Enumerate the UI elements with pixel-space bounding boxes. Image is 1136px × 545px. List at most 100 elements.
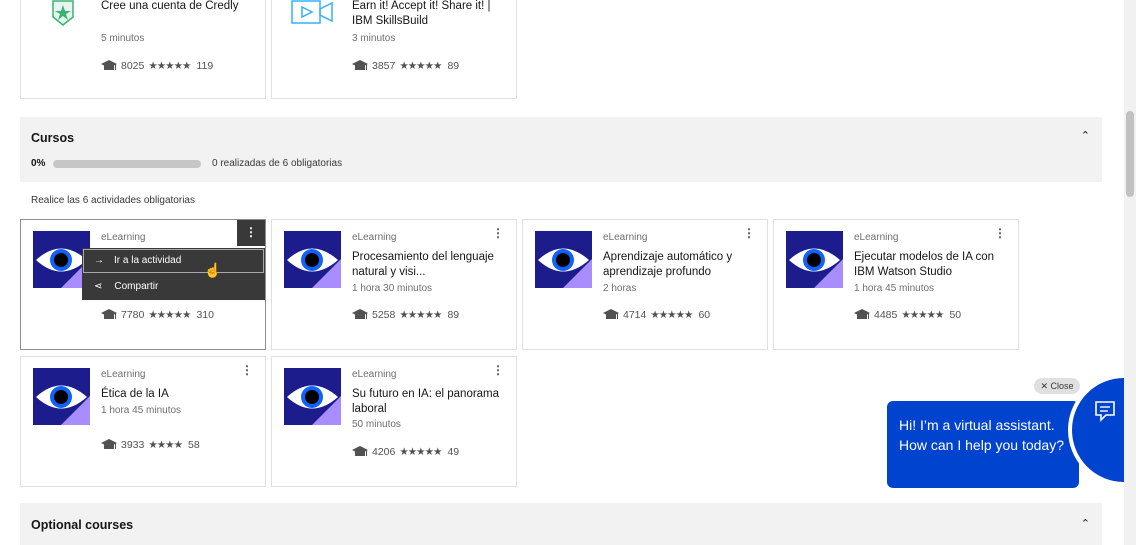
graduation-cap-icon (101, 439, 117, 449)
reviews-count: 49 (447, 446, 460, 458)
course-card-4[interactable]: eLearning Ejecutar modelos de IA con IBM… (773, 219, 1019, 350)
card-duration: 1 hora 30 minutos (352, 283, 433, 294)
reviews-count: 89 (447, 60, 460, 72)
card-type: eLearning (101, 369, 146, 380)
card-stats: 3857 ★★★★★ 89 (352, 60, 459, 72)
reviews-count: 58 (188, 439, 200, 451)
overflow-menu-icon[interactable]: ⋮ (241, 364, 253, 376)
learners-count: 7780 (121, 309, 145, 321)
overflow-menu-icon[interactable]: ⋮ (994, 227, 1006, 239)
optional-section-header[interactable]: Optional courses ⌃ (20, 503, 1102, 545)
learners-count: 3857 (372, 60, 396, 72)
rating-stars-icon: ★★★★★ (148, 309, 191, 321)
course-card-5[interactable]: eLearning Ética de la IA 1 hora 45 minut… (20, 356, 266, 487)
graduation-cap-icon (352, 60, 368, 70)
progress-bar (53, 160, 201, 168)
graduation-cap-icon (101, 309, 117, 319)
progress-percent: 0% (31, 158, 46, 169)
close-icon: ✕ (1040, 381, 1048, 391)
menu-item-go-to-activity[interactable]: → Ir a la actividad (83, 249, 264, 273)
section-title: Optional courses (31, 518, 134, 532)
overflow-menu: → Ir a la actividad ⋖ Compartir ☝ (82, 248, 265, 300)
vertical-scrollbar[interactable] (1124, 0, 1136, 545)
page: Cree una cuenta de Credly 5 minutos 8025… (0, 0, 1136, 545)
section-title: Cursos (31, 131, 75, 145)
card-title: Earn it! Accept it! Share it! | IBM Skil… (352, 0, 491, 27)
learners-count: 4714 (623, 309, 647, 321)
overflow-menu-icon[interactable]: ⋮ (492, 364, 504, 376)
menu-item-share[interactable]: ⋖ Compartir (83, 275, 264, 299)
card-stats: 7780 ★★★★★ 310 (101, 309, 214, 321)
reviews-count: 89 (447, 309, 460, 321)
progress-text: 0 realizadas de 6 obligatorias (212, 158, 343, 169)
menu-item-label: Ir a la actividad (114, 255, 182, 266)
card-duration: 50 minutos (352, 419, 401, 430)
rating-stars-icon: ★★★★★ (148, 60, 191, 72)
card-duration: 5 minutos (101, 33, 145, 44)
graduation-cap-icon (101, 60, 117, 70)
assistant-close-button[interactable]: ✕ Close (1034, 378, 1080, 394)
assistant-bubble[interactable]: Hi! I’m a virtual assistant. How can I h… (887, 401, 1079, 488)
reviews-count: 50 (949, 309, 962, 321)
card-stats: 4206 ★★★★★ 49 (352, 446, 459, 458)
arrow-right-icon: → (94, 255, 104, 266)
rating-stars-icon: ★★★★★ (901, 309, 944, 321)
card-type: eLearning (603, 232, 648, 243)
card-title: Ética de la IA (101, 388, 169, 400)
card-type: eLearning (352, 232, 397, 243)
card-title: Cree una cuenta de Credly (101, 0, 239, 12)
card-stats: 4485 ★★★★★ 50 (854, 309, 961, 321)
ai-eye-icon (284, 368, 341, 425)
learners-count: 4206 (372, 446, 396, 458)
card-title: Procesamiento del lenguaje natural y vis… (352, 251, 494, 278)
rating-stars-icon: ★★★★★ (399, 60, 442, 72)
learners-count: 3933 (121, 439, 145, 451)
course-card-6[interactable]: eLearning Su futuro en IA: el panorama l… (271, 356, 517, 487)
course-card-3[interactable]: eLearning Aprendizaje automático y apren… (522, 219, 768, 350)
overflow-menu-icon[interactable]: ⋮ (492, 227, 504, 239)
graduation-cap-icon (603, 309, 619, 319)
card-stats: 5258 ★★★★★ 89 (352, 309, 459, 321)
reviews-count: 60 (698, 309, 711, 321)
card-duration: 1 hora 45 minutos (854, 283, 935, 294)
card-stats: 4714 ★★★★★ 60 (603, 309, 710, 321)
overflow-menu-button-active[interactable]: ⋮ (237, 220, 265, 246)
card-duration: 3 minutos (352, 33, 396, 44)
activity-card-earn-it[interactable]: Earn it! Accept it! Share it! | IBM Skil… (271, 0, 517, 99)
card-duration: 1 hora 45 minutos (101, 405, 182, 416)
chevron-up-icon[interactable]: ⌃ (1081, 129, 1090, 142)
menu-item-label: Compartir (114, 281, 159, 292)
ai-eye-icon (33, 368, 90, 425)
cursos-section-header[interactable]: Cursos ⌃ 0% 0 realizadas de 6 obligatori… (20, 117, 1102, 182)
overflow-menu-icon[interactable]: ⋮ (743, 227, 755, 239)
activity-card-credly[interactable]: Cree una cuenta de Credly 5 minutos 8025… (20, 0, 266, 99)
badge-icon (52, 0, 74, 26)
ai-eye-icon (284, 231, 341, 288)
rating-stars-icon: ★★★★★ (650, 309, 693, 321)
card-title: Su futuro en IA: el panorama laboral (352, 388, 500, 415)
card-type: eLearning (101, 232, 146, 243)
ai-eye-icon (535, 231, 592, 288)
rating-stars-icon: ★★★★★ (399, 309, 442, 321)
reviews-count: 119 (196, 60, 214, 72)
card-type: eLearning (854, 232, 899, 243)
course-card-2[interactable]: eLearning Procesamiento del lenguaje nat… (271, 219, 517, 350)
share-icon: ⋖ (94, 281, 103, 292)
card-type: eLearning (352, 369, 397, 380)
card-title: Ejecutar modelos de IA con IBM Watson St… (854, 251, 994, 278)
requirements-note: Realice las 6 actividades obligatorias (31, 195, 195, 206)
graduation-cap-icon (854, 309, 870, 319)
graduation-cap-icon (352, 446, 368, 456)
card-duration: 2 horas (603, 283, 637, 294)
close-label: Close (1050, 381, 1074, 391)
rating-stars-icon: ★★★★ (148, 439, 183, 451)
ai-eye-icon (786, 231, 843, 288)
card-stats: 8025 ★★★★★ 119 (101, 60, 213, 72)
learners-count: 8025 (121, 60, 145, 72)
chevron-up-icon[interactable]: ⌃ (1081, 517, 1090, 530)
learners-count: 4485 (874, 309, 898, 321)
card-stats: 3933 ★★★★ 58 (101, 439, 200, 451)
video-icon (291, 0, 333, 24)
assistant-message: Hi! I’m a virtual assistant. How can I h… (899, 417, 1064, 453)
scrollbar-thumb[interactable] (1126, 111, 1134, 197)
